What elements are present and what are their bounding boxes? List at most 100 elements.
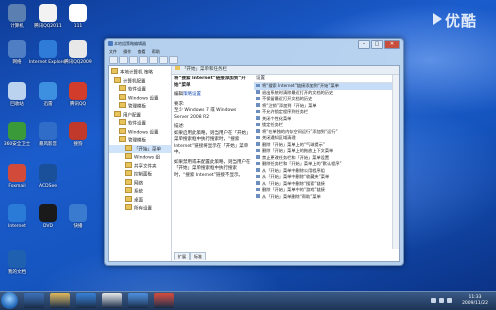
policy-setting-icon	[256, 142, 260, 146]
taskbar: 11:33 2009/11/22	[0, 291, 496, 310]
desktop-shortcut[interactable]: ACDSee	[28, 164, 68, 189]
forward-button[interactable]	[119, 56, 128, 64]
back-button[interactable]	[109, 56, 118, 64]
menu-view[interactable]: 查看	[138, 49, 146, 54]
policy-setting-icon	[256, 168, 260, 172]
policy-tree: 本地计算机 策略 计算机配置 软件设置 Windows 设置 管理模板 用户配置 软件设置 W…	[109, 66, 172, 261]
show-tree-button[interactable]	[139, 56, 148, 64]
policy-row[interactable]: 从「开始」菜单删除“帮助”菜单	[254, 194, 399, 201]
maximize-button[interactable]: □	[371, 40, 383, 49]
shield-icon	[8, 122, 26, 140]
menu-help[interactable]: 帮助	[152, 49, 160, 54]
desktop-shortcut-label: ACDSee	[39, 184, 57, 189]
vertical-scrollbar[interactable]	[392, 75, 399, 249]
system-tray: 11:33 2009/11/22	[366, 292, 496, 310]
clock-date: 2009/11/22	[462, 300, 488, 306]
tree-item[interactable]: 本地计算机 策略	[109, 68, 171, 77]
menu-action[interactable]: 操作	[123, 49, 131, 54]
image-icon	[39, 164, 57, 182]
tree-item[interactable]: 管理模板	[109, 102, 171, 111]
desktop-shortcut[interactable]: 腾讯QQ2009	[58, 40, 98, 65]
desktop-shortcut-label: 腾讯QQ2009	[64, 60, 92, 65]
policy-setting-icon	[256, 155, 260, 159]
list-column-header[interactable]: 设置	[254, 75, 399, 83]
tree-item[interactable]: 系统	[109, 187, 171, 196]
mail-icon	[8, 164, 26, 182]
folder-icon	[125, 144, 132, 151]
desktop-shortcut-label: 111	[73, 24, 83, 29]
close-button[interactable]: ✕	[384, 40, 400, 49]
tree-item[interactable]: 所有设置	[109, 204, 171, 213]
volume-tray-icon[interactable]	[439, 298, 444, 303]
window-titlebar[interactable]: 本地组策略编辑器 – □ ✕	[105, 39, 403, 49]
edit-policy-line: 编辑策略设置	[174, 92, 252, 99]
filter-button[interactable]	[169, 56, 178, 64]
folder-icon	[119, 93, 126, 100]
help-button[interactable]	[159, 56, 168, 64]
policy-row-label: 从「开始」菜单中删除公用程序组	[262, 167, 325, 173]
flag-tray-icon[interactable]	[447, 298, 452, 303]
tree-item-label: 桌面	[134, 198, 143, 203]
network-tray-icon[interactable]	[431, 298, 436, 303]
thunder-icon[interactable]	[128, 293, 148, 308]
clock[interactable]: 11:33 2009/11/22	[462, 295, 488, 306]
tree-item[interactable]: 共享文件夹	[109, 161, 171, 171]
ie-icon	[39, 40, 57, 58]
policy-row-label: 从「开始」菜单中删除“收藏夹”菜单	[262, 174, 330, 179]
folder-icon[interactable]	[50, 293, 70, 308]
policy-setting-icon	[256, 135, 260, 139]
tree-item[interactable]: 「开始」菜单	[109, 144, 171, 153]
policy-row-label: 从「开始」菜单删除“帮助”菜单	[262, 193, 321, 199]
folder-icon	[125, 161, 132, 168]
tree-item[interactable]: 管理模板	[109, 136, 171, 145]
tree-item[interactable]: 软件设置	[109, 119, 171, 128]
desktop-shortcut[interactable]: 搜狗	[58, 122, 98, 147]
tree-item[interactable]: Windows 设置	[109, 93, 171, 103]
tree-item[interactable]: Windows 组	[109, 153, 171, 162]
policy-row-label: 将“注销”添加到「开始」菜单	[262, 102, 317, 108]
tree-item-label: 计算机配置	[123, 79, 146, 84]
desktop-shortcut[interactable]: 我的文档	[0, 250, 37, 275]
policy-setting-icon	[256, 122, 260, 126]
folder-icon	[125, 195, 132, 202]
desktop-shortcut[interactable]: 腾讯QQ	[58, 82, 98, 107]
tab-standard[interactable]: 标准	[190, 252, 206, 260]
media-player-icon[interactable]	[24, 293, 44, 308]
folder-icon	[125, 204, 132, 210]
tree-item[interactable]: 控制面板	[109, 170, 171, 179]
qq-icon[interactable]	[102, 293, 122, 308]
computer-icon	[8, 4, 26, 22]
group-policy-editor-window[interactable]: 本地组策略编辑器 – □ ✕ 文件 操作 查看 帮助 本地计算机 策略 计算机配置 软件…	[104, 38, 404, 266]
window-title: 本地组策略编辑器	[114, 41, 146, 46]
policy-rows: 将“搜索 Internet”链接添加到“开始”菜单 退出系统时清除最近打开的文档的…	[254, 83, 399, 200]
tree-item[interactable]: 计算机配置	[109, 76, 171, 86]
policy-row-label: 从「开始」菜单中删除“搜索”链接	[262, 180, 325, 186]
start-button[interactable]	[1, 292, 18, 309]
policy-setting-icon	[256, 161, 260, 165]
minimize-button[interactable]: –	[358, 40, 370, 49]
desktop-shortcut-label: 快播	[73, 224, 83, 229]
shield-icon[interactable]	[154, 293, 174, 308]
desktop-shortcut[interactable]: 111	[58, 4, 98, 29]
edit-policy-link[interactable]: 策略设置	[183, 92, 201, 97]
tree-item[interactable]: 用户配置	[109, 110, 171, 120]
tab-extended[interactable]: 扩展	[174, 252, 190, 260]
ie-icon[interactable]	[76, 293, 96, 308]
tree-item[interactable]: Windows 设置	[109, 127, 171, 137]
tree-item[interactable]: 桌面	[109, 195, 171, 205]
desktop-shortcut-label: 腾讯QQ	[69, 102, 87, 107]
tree-item[interactable]: 网络	[109, 178, 171, 188]
up-button[interactable]	[129, 56, 138, 64]
policy-row-label: 关闭个性化菜单	[262, 115, 292, 121]
sogou-icon	[69, 122, 87, 140]
export-button[interactable]	[149, 56, 158, 64]
policy-row-label: 锁定任务栏	[262, 122, 283, 127]
tree-item-label: 「开始」菜单	[134, 147, 161, 152]
tree-item[interactable]: 软件设置	[109, 85, 171, 94]
desktop-shortcut-label: 我的文档	[8, 270, 26, 275]
policy-row-label: 不保留最近打开文档的历史	[262, 96, 313, 101]
desktop-shortcut[interactable]: 快播	[58, 204, 98, 229]
policy-description: 将“搜索 Internet”链接添加到“开始”菜单 编辑策略设置 要求: 至少 …	[174, 76, 252, 249]
menu-file[interactable]: 文件	[109, 49, 117, 54]
policy-row-label: 删除「开始」菜单上的拖放上下文菜单	[262, 148, 334, 153]
